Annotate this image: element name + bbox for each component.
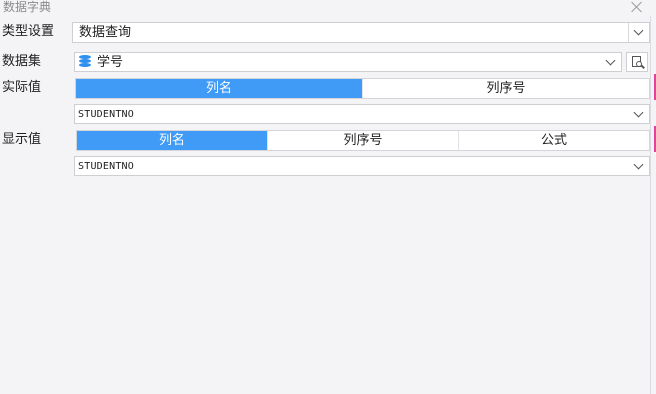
dataset-value: 学号 xyxy=(97,55,124,70)
actual-column-dropdown[interactable]: STUDENTNO xyxy=(74,104,650,124)
display-value-label: 显示值 xyxy=(2,132,42,147)
type-setting-label: 类型设置 xyxy=(2,24,55,39)
dataset-label: 数据集 xyxy=(2,54,42,69)
display-value-tabs: 列名 列序号 公式 xyxy=(76,130,650,151)
chevron-down-icon[interactable] xyxy=(629,157,649,175)
tab-column-index[interactable]: 列序号 xyxy=(363,79,649,98)
type-setting-dropdown[interactable]: 数据查询 xyxy=(72,22,650,43)
title-bar: 数据字典 xyxy=(0,0,656,16)
type-setting-value: 数据查询 xyxy=(79,25,132,40)
tab-column-name[interactable]: 列名 xyxy=(76,79,363,98)
display-column-dropdown[interactable]: STUDENTNO xyxy=(74,156,650,176)
actual-value-label: 实际值 xyxy=(2,80,42,95)
tab-column-name[interactable]: 列名 xyxy=(77,131,268,150)
actual-column-value: STUDENTNO xyxy=(78,109,134,120)
dialog-title: 数据字典 xyxy=(3,0,52,14)
preview-dataset-button[interactable] xyxy=(626,52,648,72)
display-column-value: STUDENTNO xyxy=(78,161,134,172)
database-icon xyxy=(79,55,91,69)
dataset-dropdown[interactable]: 学号 xyxy=(74,52,622,72)
chevron-down-icon[interactable] xyxy=(629,105,649,123)
actual-value-tabs: 列名 列序号 xyxy=(75,78,650,99)
chevron-down-icon[interactable] xyxy=(601,53,621,71)
tab-formula[interactable]: 公式 xyxy=(459,131,649,150)
chevron-down-icon[interactable] xyxy=(628,23,649,42)
tab-column-index[interactable]: 列序号 xyxy=(268,131,459,150)
close-icon[interactable] xyxy=(630,0,644,14)
dialog-right-border xyxy=(650,16,651,394)
